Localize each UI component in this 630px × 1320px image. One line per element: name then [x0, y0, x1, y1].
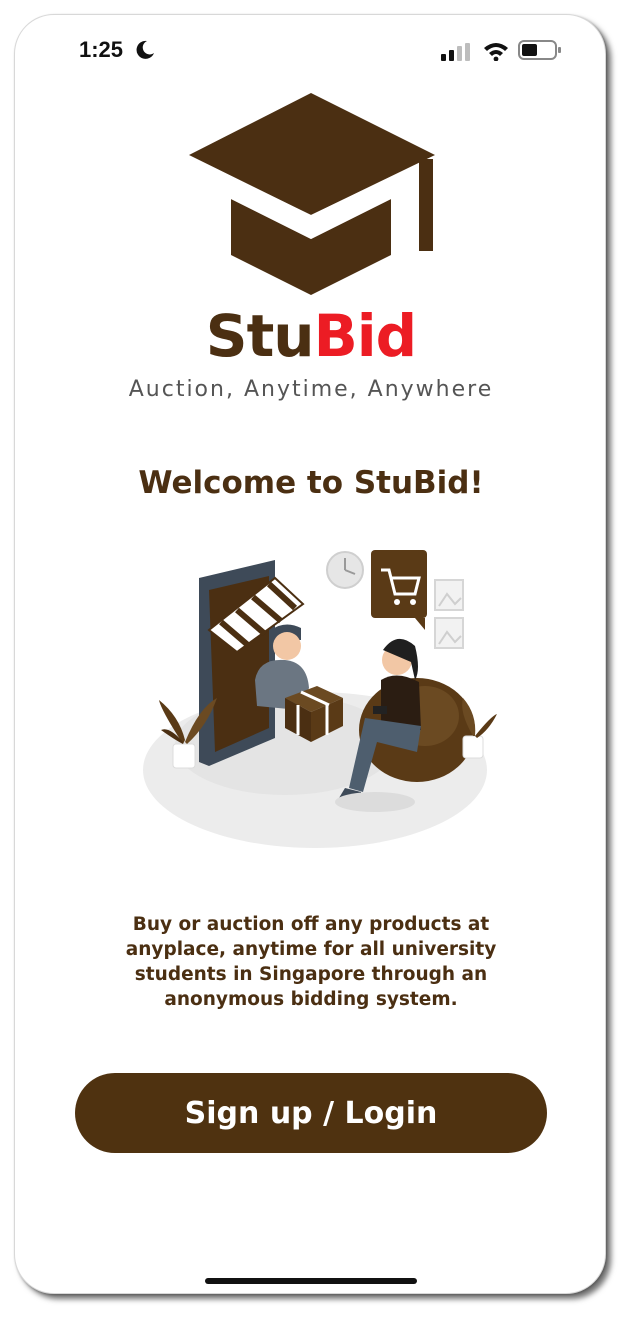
- phone-screen: 1:25 StuBid Auction, Anytime, Anywhere W…: [14, 14, 606, 1294]
- brand-name-bid: Bid: [313, 302, 418, 370]
- brand-name-stu: Stu: [205, 302, 315, 370]
- brand-name: StuBid: [15, 302, 605, 370]
- status-time: 1:25: [79, 37, 124, 62]
- status-bar: 1:25: [15, 15, 605, 85]
- shopping-illustration: [143, 550, 497, 848]
- home-indicator: [205, 1278, 417, 1284]
- moon-icon: [136, 40, 154, 59]
- signup-login-button[interactable]: Sign up / Login: [75, 1073, 547, 1153]
- welcome-title: Welcome to StuBid!: [138, 465, 484, 501]
- wifi-icon: [484, 43, 508, 61]
- brand-tagline: Auction, Anytime, Anywhere: [128, 377, 494, 402]
- battery-icon: [518, 40, 561, 60]
- cellular-signal-icon: [441, 43, 470, 61]
- graduation-cap-logo: [189, 93, 435, 295]
- app-description: Buy or auction off any products at anypl…: [125, 914, 497, 1010]
